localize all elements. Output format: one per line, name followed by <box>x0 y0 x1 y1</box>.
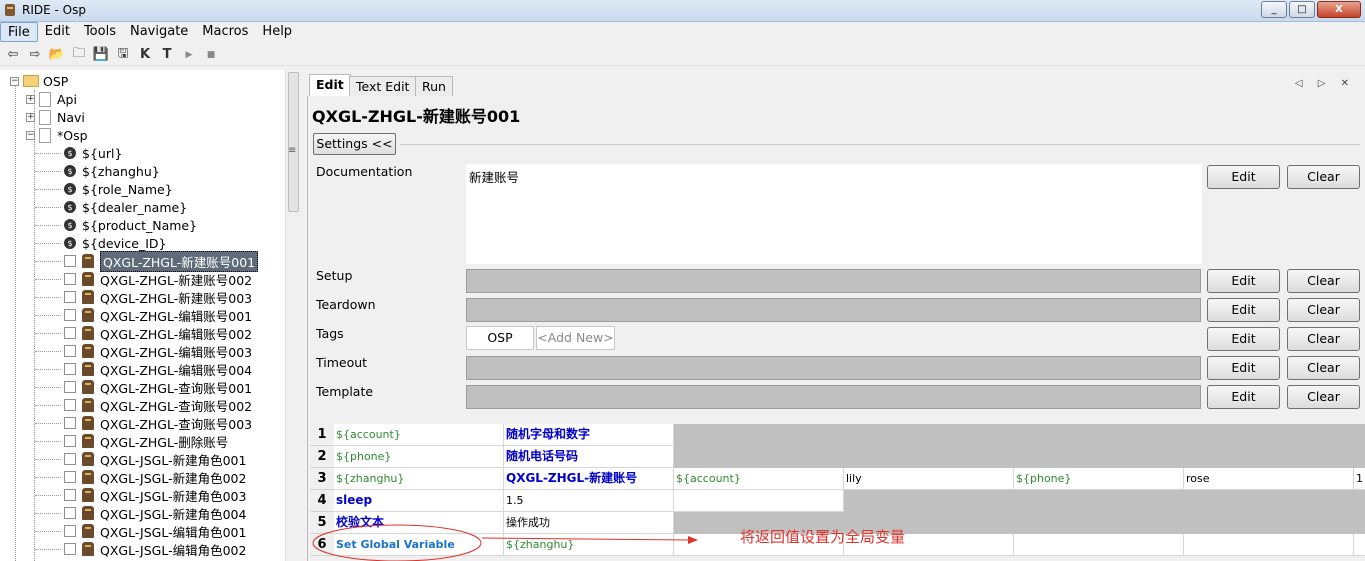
annotation-arrow-line <box>481 537 691 541</box>
annotation-overlay <box>312 524 698 561</box>
annotation-arrow-head <box>688 536 698 544</box>
highlight-ellipse <box>312 524 482 561</box>
annotation-text: 将返回值设置为全局变量 <box>740 528 906 546</box>
